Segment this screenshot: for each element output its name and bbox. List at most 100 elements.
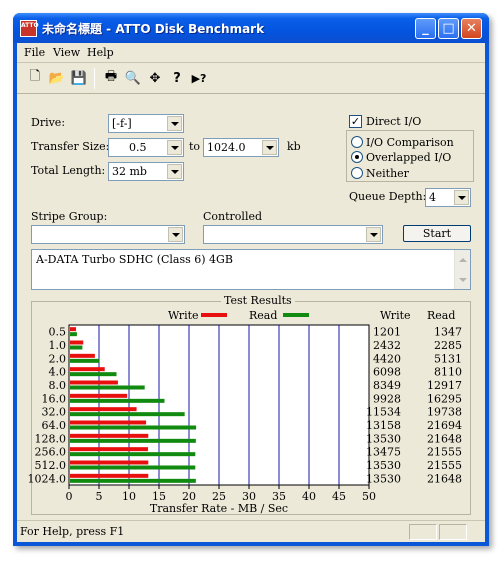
write-value: 8349 [373,379,401,392]
neither-radio[interactable] [351,167,363,179]
y-category-label: 64.0 [42,419,67,432]
write-bar [70,473,149,478]
total-length-select[interactable]: 32 mb [108,162,184,181]
open-icon[interactable]: 📂 [47,68,67,88]
read-bar [70,372,117,377]
write-bar [70,447,148,452]
read-bar [70,412,185,417]
start-button[interactable]: Start [403,225,471,242]
write-bar [70,433,149,438]
read-value: 19738 [427,406,462,419]
minimize-button[interactable]: _ [415,18,436,39]
scroll-up-icon[interactable] [455,252,470,267]
io-comparison-label: I/O Comparison [366,136,454,149]
x-tick-label: 5 [96,490,103,503]
description-textarea[interactable]: A-DATA Turbo SDHC (Class 6) 4GB [31,249,471,290]
write-value: 13158 [366,419,401,432]
total-length-label: Total Length: [31,164,106,177]
direct-io-label: Direct I/O [366,115,422,128]
scroll-down-icon[interactable] [455,272,470,287]
direct-io-checkbox[interactable]: ✓ [349,115,362,128]
overlapped-io-radio[interactable] [351,151,363,163]
y-category-label: 2.0 [49,352,67,365]
x-tick-label: 45 [332,490,346,503]
context-help-icon[interactable]: ▶? [189,68,209,88]
transfer-rate-chart: 0 5 10 15 20 25 30 35 40 45 500.5 1201 13471.0 2432 22… [28,324,462,515]
write-bar [70,380,118,385]
x-tick-label: 10 [122,490,136,503]
menu-view[interactable]: View [53,46,80,59]
y-category-label: 16.0 [42,392,67,405]
chevron-down-icon[interactable] [168,227,183,242]
read-bar [70,398,165,403]
maximize-button[interactable]: □ [438,18,459,39]
controlled-select[interactable] [203,225,383,244]
print-preview-icon[interactable]: 🔍 [123,68,143,88]
read-value: 21555 [427,459,462,472]
transfer-size-to-select[interactable]: 1024.0 [203,138,279,157]
toolbar-separator [94,68,95,89]
move-icon[interactable]: ✥ [145,68,165,88]
print-icon[interactable]: 🖶 [101,68,121,88]
queue-depth-label: Queue Depth: [349,190,427,203]
read-value: 21694 [427,419,462,432]
chevron-down-icon[interactable] [167,164,182,179]
read-bar [70,452,196,457]
y-category-label: 1.0 [49,339,67,352]
y-category-label: 1024.0 [28,472,67,485]
menu-bar: File View Help [17,43,485,63]
y-category-label: 4.0 [49,366,67,379]
read-bar [70,332,77,337]
legend-read-swatch [283,313,309,317]
queue-depth-select[interactable]: 4 [425,188,471,207]
y-category-label: 128.0 [35,432,67,445]
write-bar [70,393,128,398]
write-value: 13530 [366,472,401,485]
new-icon[interactable]: 🗋 [25,68,45,88]
io-comparison-radio[interactable] [351,136,363,148]
menu-file[interactable]: File [24,46,45,59]
description-scrollbar[interactable] [454,250,470,289]
read-value: 21648 [427,432,462,445]
menu-help[interactable]: Help [87,46,114,59]
title-bar[interactable]: ATTO 未命名標題 - ATTO Disk Benchmark _ □ ✕ [13,13,489,43]
x-tick-label: 40 [302,490,316,503]
write-value: 13475 [366,446,401,459]
stripe-group-select[interactable] [31,225,185,244]
kb-label: kb [287,140,301,153]
write-value: 11534 [366,406,401,419]
write-value: 13530 [366,459,401,472]
status-panel [409,524,437,540]
test-results-title: Test Results [221,294,295,307]
chevron-down-icon[interactable] [366,227,381,242]
read-bar [70,478,196,483]
chevron-down-icon[interactable] [454,190,469,205]
legend-write-swatch [201,313,227,317]
save-icon[interactable]: 💾 [69,68,89,88]
read-value: 16295 [427,392,462,405]
read-value: 5131 [434,352,462,365]
controlled-label: Controlled [203,210,263,223]
write-bar [70,353,95,358]
read-bar [70,438,196,443]
write-bar [70,407,137,412]
close-button[interactable]: ✕ [461,18,482,39]
read-value: 21648 [427,472,462,485]
write-bar [70,460,149,465]
description-text: A-DATA Turbo SDHC (Class 6) 4GB [36,253,233,266]
write-value: 13530 [366,432,401,445]
chevron-down-icon[interactable] [167,140,182,155]
transfer-size-from-select[interactable]: 0.5 [108,138,184,157]
y-category-label: 0.5 [49,326,67,339]
transfer-size-label: Transfer Size: [31,140,110,153]
drive-select[interactable]: [-f-] [108,114,184,133]
read-value: 8110 [434,366,462,379]
app-icon[interactable]: ATTO [20,20,39,37]
write-bar [70,327,77,332]
to-label: to [189,140,201,153]
chevron-down-icon[interactable] [262,140,277,155]
help-icon[interactable]: ? [167,68,187,88]
read-value: 12917 [427,379,462,392]
chevron-down-icon[interactable] [167,116,182,131]
y-category-label: 8.0 [49,379,67,392]
